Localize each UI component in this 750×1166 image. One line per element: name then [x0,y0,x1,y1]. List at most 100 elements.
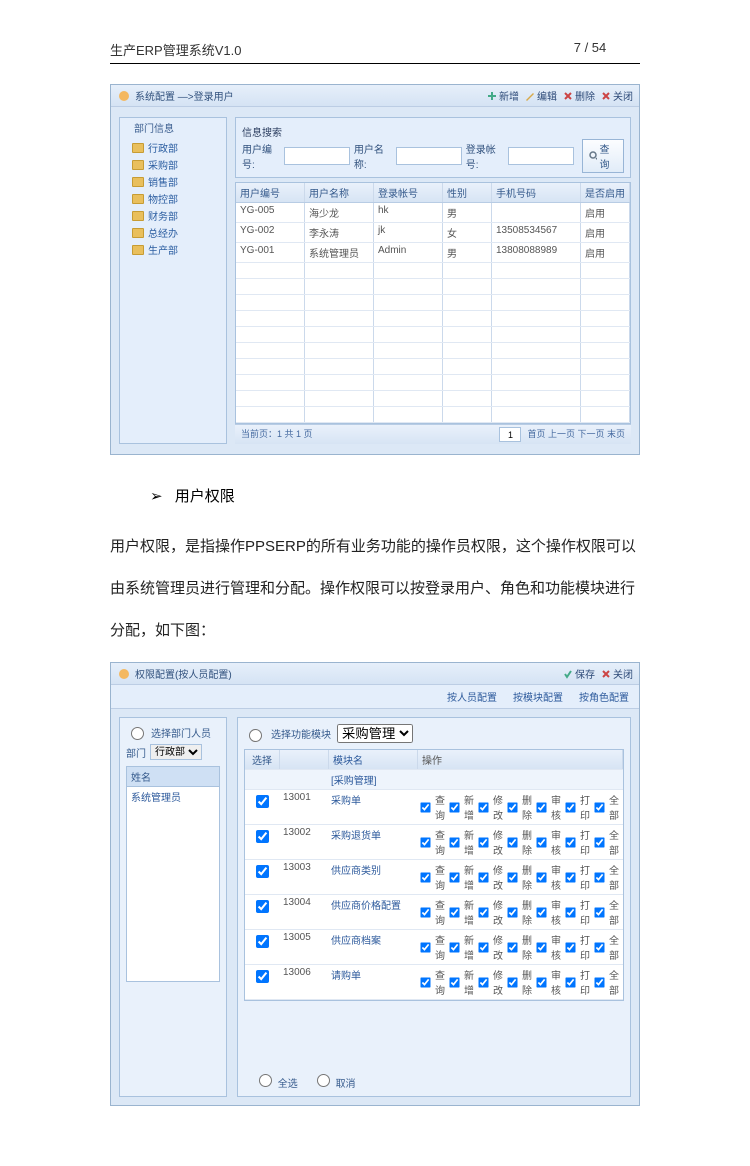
tree-item[interactable]: 财务部 [132,207,218,224]
table-row[interactable]: YG-005海少龙hk男启用 [236,203,630,223]
op-add-checkbox[interactable] [449,802,459,812]
tree-item[interactable]: 生产部 [132,241,218,258]
op-add-checkbox[interactable] [449,907,459,917]
op-add-checkbox[interactable] [449,837,459,847]
row-select-checkbox[interactable] [256,900,269,913]
op-delete-checkbox[interactable] [507,907,517,917]
pager-nav[interactable]: 首页 上一页 下一页 末页 [527,427,625,442]
table-row-empty [236,359,630,375]
close-button[interactable]: 关闭 [601,88,633,103]
op-query-checkbox[interactable] [420,907,430,917]
row-select-checkbox[interactable] [256,970,269,983]
op-edit-checkbox[interactable] [478,977,488,987]
op-all-checkbox[interactable] [594,942,604,952]
op-query-checkbox[interactable] [420,872,430,882]
op-audit-checkbox[interactable] [536,907,546,917]
save-button[interactable]: 保存 [563,666,595,681]
tree-item[interactable]: 物控部 [132,190,218,207]
row-select-checkbox[interactable] [256,795,269,808]
table-row-empty [236,327,630,343]
col-login[interactable]: 登录帐号 [374,183,443,202]
op-edit-checkbox[interactable] [478,907,488,917]
op-all-checkbox[interactable] [594,872,604,882]
col-status[interactable]: 是否启用 [581,183,630,202]
op-query-checkbox[interactable] [420,837,430,847]
tree-item[interactable]: 行政部 [132,139,218,156]
op-query-checkbox[interactable] [420,942,430,952]
search-button[interactable]: 查询 [582,139,624,173]
op-all-checkbox[interactable] [594,837,604,847]
tree-item[interactable]: 总经办 [132,224,218,241]
module-select[interactable]: 采购管理 [337,724,413,743]
op-print-checkbox[interactable] [565,837,575,847]
op-add-checkbox[interactable] [449,872,459,882]
perm-row[interactable]: 13003供应商类别查询 新增 修改 删除 审核 打印 全部 [245,860,623,895]
op-print-checkbox[interactable] [565,907,575,917]
op-audit-checkbox[interactable] [536,872,546,882]
op-edit-checkbox[interactable] [478,942,488,952]
op-audit-checkbox[interactable] [536,802,546,812]
col-phone[interactable]: 手机号码 [492,183,581,202]
login-acct-input[interactable] [508,147,574,165]
perm-row[interactable]: 13006请购单查询 新增 修改 删除 审核 打印 全部 [245,965,623,1000]
tree-item[interactable]: 采购部 [132,156,218,173]
op-edit-checkbox[interactable] [478,872,488,882]
new-button[interactable]: 新增 [487,88,519,103]
user-name-input[interactable] [396,147,462,165]
op-print-checkbox[interactable] [565,942,575,952]
link-by-module[interactable]: 按模块配置 [513,689,563,704]
row-select-checkbox[interactable] [256,865,269,878]
user-id-input[interactable] [284,147,350,165]
link-by-role[interactable]: 按角色配置 [579,689,629,704]
op-delete-checkbox[interactable] [507,942,517,952]
op-edit-checkbox[interactable] [478,837,488,847]
op-all-checkbox[interactable] [594,907,604,917]
op-all-checkbox[interactable] [594,977,604,987]
close-button[interactable]: 关闭 [601,666,633,681]
op-audit-checkbox[interactable] [536,942,546,952]
op-audit-checkbox[interactable] [536,977,546,987]
op-print-checkbox[interactable] [565,977,575,987]
col-user-name[interactable]: 用户名称 [305,183,374,202]
op-print-checkbox[interactable] [565,802,575,812]
table-row[interactable]: YG-002李永涛jk女13508534567启用 [236,223,630,243]
op-delete-checkbox[interactable] [507,872,517,882]
row-select-checkbox[interactable] [256,830,269,843]
dept-label: 部门 [126,745,146,760]
op-audit-checkbox[interactable] [536,837,546,847]
col-ops: 操作 [418,750,623,769]
op-add-checkbox[interactable] [449,942,459,952]
op-add-checkbox[interactable] [449,977,459,987]
select-user-radio[interactable] [131,727,144,740]
select-module-radio[interactable] [249,729,262,742]
op-all-checkbox[interactable] [594,802,604,812]
dept-select[interactable]: 行政部 [150,744,202,760]
op-print-checkbox[interactable] [565,872,575,882]
table-row[interactable]: YG-001系统管理员Admin男13808088989启用 [236,243,630,263]
op-delete-checkbox[interactable] [507,837,517,847]
select-module-label: 选择功能模块 [271,726,331,741]
select-none-radio[interactable] [317,1074,330,1087]
edit-button[interactable]: 编辑 [525,88,557,103]
user-name-label: 用户名称: [354,141,392,171]
row-select-checkbox[interactable] [256,935,269,948]
doc-paragraph: 用户权限，是指操作PPSERP的所有业务功能的操作员权限，这个操作权限可以由系统… [110,526,640,652]
op-query-checkbox[interactable] [420,977,430,987]
tree-item[interactable]: 销售部 [132,173,218,190]
col-sex[interactable]: 性别 [443,183,492,202]
op-delete-checkbox[interactable] [507,977,517,987]
perm-row[interactable]: 13004供应商价格配置查询 新增 修改 删除 审核 打印 全部 [245,895,623,930]
op-query-checkbox[interactable] [420,802,430,812]
op-delete-checkbox[interactable] [507,802,517,812]
folder-icon [132,245,144,255]
select-all-radio[interactable] [259,1074,272,1087]
op-edit-checkbox[interactable] [478,802,488,812]
link-by-user[interactable]: 按人员配置 [447,689,497,704]
pager-input[interactable] [499,427,521,442]
col-user-id[interactable]: 用户编号 [236,183,305,202]
perm-row[interactable]: 13005供应商档案查询 新增 修改 删除 审核 打印 全部 [245,930,623,965]
user-list-item[interactable]: 系统管理员 [131,789,215,804]
perm-row[interactable]: 13001采购单查询 新增 修改 删除 审核 打印 全部 [245,790,623,825]
delete-button[interactable]: 删除 [563,88,595,103]
perm-row[interactable]: 13002采购退货单查询 新增 修改 删除 审核 打印 全部 [245,825,623,860]
